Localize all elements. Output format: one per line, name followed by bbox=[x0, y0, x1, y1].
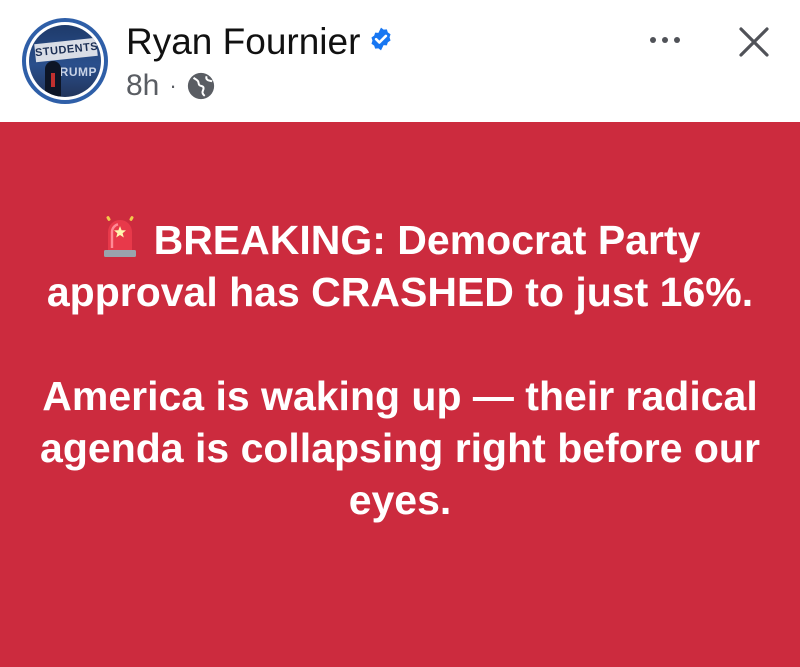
author-name[interactable]: Ryan Fournier bbox=[126, 21, 360, 62]
avatar-banner-text: STUDENTS bbox=[34, 37, 99, 63]
globe-icon bbox=[187, 72, 214, 100]
post-colored-background: BREAKING: Democrat Party approval has CR… bbox=[0, 122, 800, 667]
meta-separator: · bbox=[169, 73, 177, 98]
avatar-person-figure bbox=[45, 61, 61, 97]
post-paragraph-1: BREAKING: Democrat Party approval has CR… bbox=[40, 214, 760, 318]
siren-icon bbox=[103, 216, 136, 257]
avatar[interactable]: STUDENTS TRUMP bbox=[22, 18, 108, 104]
more-options-icon[interactable] bbox=[640, 22, 690, 58]
close-icon[interactable] bbox=[732, 20, 776, 64]
facebook-post: STUDENTS TRUMP Ryan Fournier 8h · BREAKI… bbox=[0, 0, 800, 667]
post-paragraph-2: America is waking up — their radical age… bbox=[40, 373, 760, 523]
post-timestamp[interactable]: 8h bbox=[126, 69, 159, 103]
post-paragraph-1-text: BREAKING: Democrat Party approval has CR… bbox=[46, 217, 754, 315]
verified-badge-icon bbox=[371, 27, 391, 51]
avatar-image: STUDENTS TRUMP bbox=[29, 25, 101, 97]
author-line: Ryan Fournier bbox=[126, 20, 394, 64]
post-header: STUDENTS TRUMP Ryan Fournier 8h · bbox=[0, 0, 800, 122]
post-meta: 8h · bbox=[126, 68, 216, 104]
post-text: BREAKING: Democrat Party approval has CR… bbox=[40, 214, 760, 526]
